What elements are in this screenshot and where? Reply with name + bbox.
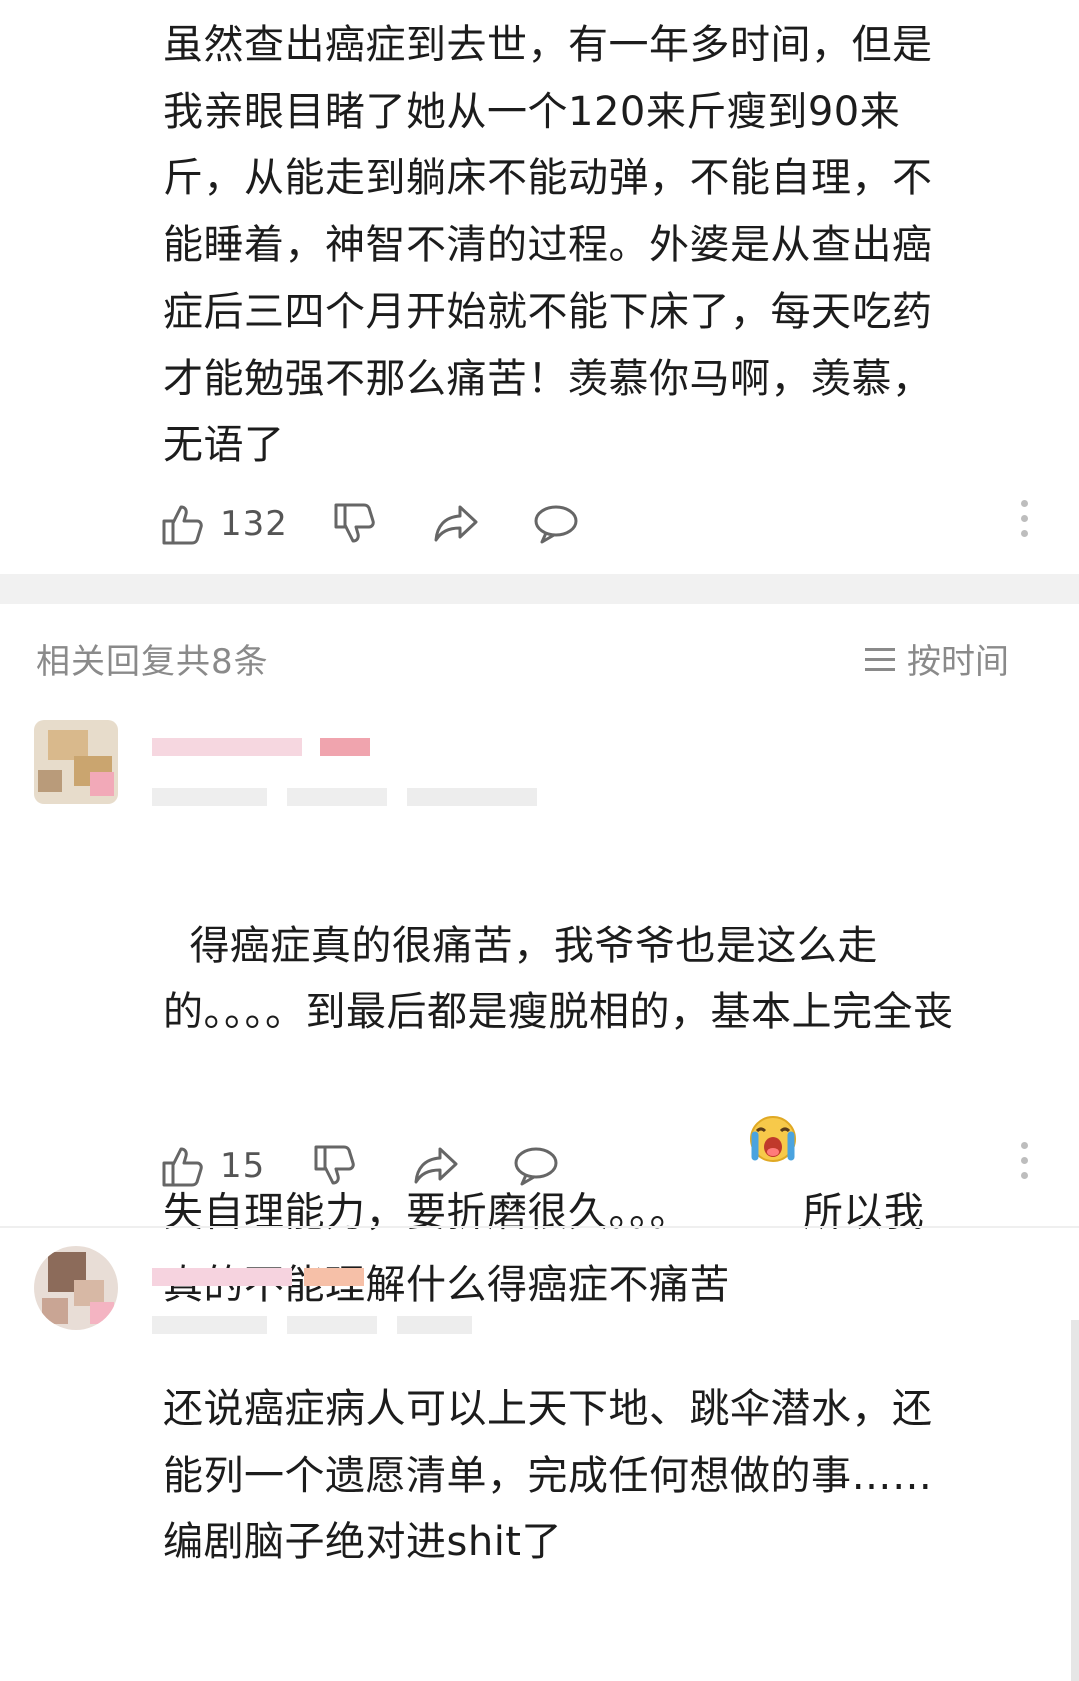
dislike-button[interactable] [332,494,378,554]
thumbs-up-icon [160,501,206,547]
comment-text: 虽然查出癌症到去世，有一年多时间，但是我亲眼目睹了她从一个120来斤瘦到90来斤… [163,22,933,469]
replies-count-title: 相关回复共8条 [36,642,269,682]
username-blurred[interactable] [152,1268,392,1286]
avatar[interactable] [34,1246,118,1330]
comment-actions: 132 [160,494,1039,554]
sort-label: 按时间 [907,642,1009,682]
reply-text: 还说癌症病人可以上天下地、跳伞潜水，还能列一个遗愿清单，完成任何想做的事……编剧… [163,1386,933,1566]
reply-text: 得癌症真的很痛苦，我爷爷也是这么走的。。。。到最后都是瘦脱相的，基本上完全丧失自… [163,846,963,1319]
reply-divider [0,1226,1079,1228]
like-button[interactable]: 132 [160,494,288,554]
meta-blurred [152,788,542,806]
avatar[interactable] [34,720,118,804]
sort-button[interactable]: 按时间 [865,634,1009,683]
replies-header: 相关回复共8条 按时间 [0,604,1079,704]
share-icon [412,1143,460,1189]
sort-lines-icon [865,647,895,671]
username-blurred[interactable] [152,738,392,756]
thumbs-down-icon [332,501,378,547]
meta-blurred [152,1316,482,1334]
more-vertical-icon[interactable] [1019,1142,1029,1188]
section-separator [0,574,1079,604]
like-count: 132 [220,504,288,544]
thumbs-up-icon [160,1143,206,1189]
thumbs-down-icon [312,1143,358,1189]
dislike-button[interactable] [312,1136,358,1196]
comment-icon [532,501,580,547]
share-icon [432,501,480,547]
like-count: 15 [220,1146,266,1186]
share-button[interactable] [412,1136,460,1196]
reply-button[interactable] [512,1136,560,1196]
reply-button[interactable] [532,494,580,554]
share-button[interactable] [432,494,480,554]
reply-actions: 15 [160,1136,1039,1196]
like-button[interactable]: 15 [160,1136,265,1196]
scrollbar[interactable] [1071,1320,1079,1681]
more-vertical-icon[interactable] [1019,500,1029,546]
comment-icon [512,1143,560,1189]
